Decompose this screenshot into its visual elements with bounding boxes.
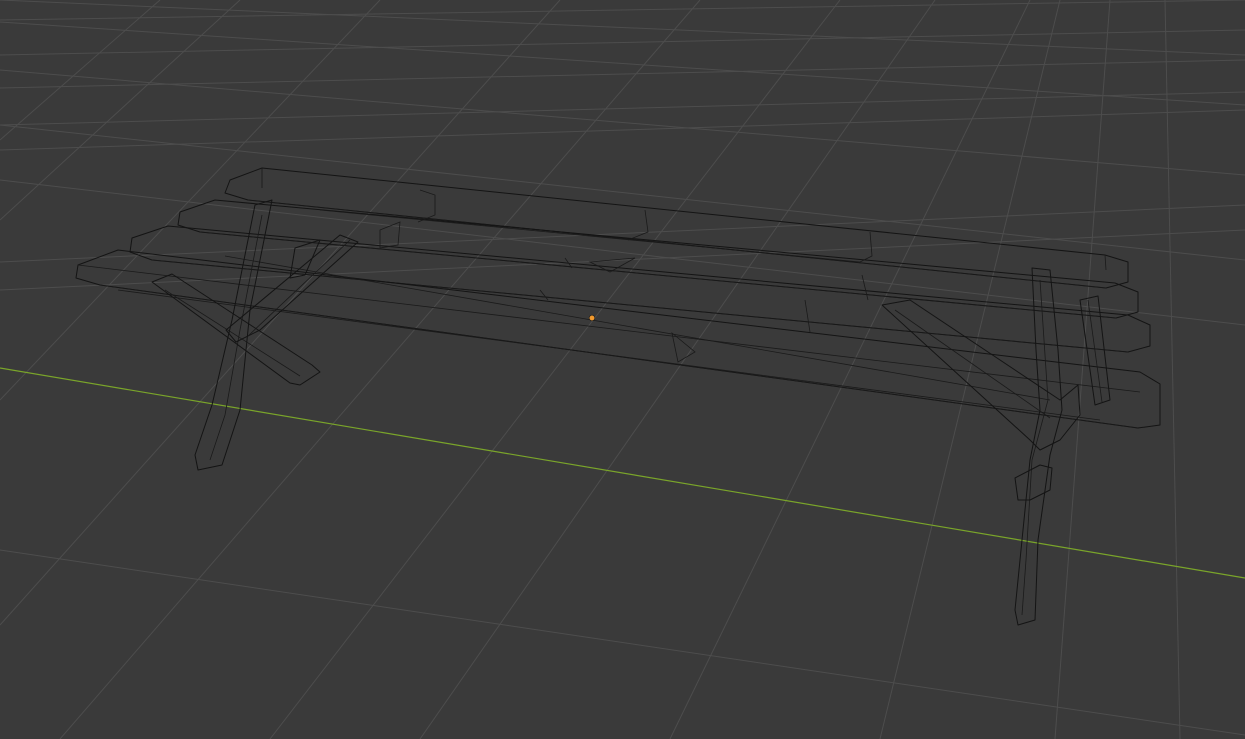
3d-viewport[interactable] — [0, 0, 1245, 739]
bench-seat-planks — [75, 167, 1161, 429]
x-axis-line — [0, 367, 1245, 579]
bench-right-legs — [881, 267, 1111, 626]
object-origin-dot[interactable] — [588, 314, 596, 322]
viewport-canvas[interactable] — [0, 0, 1245, 739]
bench-wireframe[interactable] — [75, 167, 1161, 626]
floor-grid — [0, 0, 1245, 739]
